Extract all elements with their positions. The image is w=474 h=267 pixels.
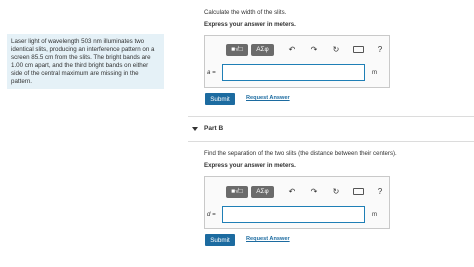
templates-button[interactable]: ■√□ bbox=[226, 43, 248, 56]
problem-text: Laser light of wavelength 503 nm illumin… bbox=[11, 38, 155, 86]
keyboard-icon[interactable] bbox=[351, 44, 365, 56]
part-a-submit-button[interactable]: Submit bbox=[205, 93, 235, 105]
problem-statement: Laser light of wavelength 503 nm illumin… bbox=[7, 34, 164, 89]
part-b-request-answer-link[interactable]: Request Answer bbox=[246, 236, 290, 242]
part-b-variable-label: d = bbox=[207, 211, 216, 218]
redo-icon[interactable]: ↷ bbox=[307, 186, 321, 198]
part-a-toolbar: ■√□ ΑΣφ ↶ ↷ ↻ ? bbox=[226, 41, 387, 58]
part-b-question: Find the separation of the two slits (th… bbox=[204, 150, 397, 157]
part-b-unit: m bbox=[372, 211, 378, 218]
part-b-submit-button[interactable]: Submit bbox=[205, 234, 235, 246]
redo-icon[interactable]: ↷ bbox=[307, 44, 321, 56]
part-b-instruction: Express your answer in meters. bbox=[204, 162, 296, 169]
part-a-variable-label: a = bbox=[207, 69, 216, 76]
part-a-question: Calculate the width of the slits. bbox=[204, 9, 287, 16]
keyboard-icon[interactable] bbox=[351, 186, 365, 198]
part-a-instruction: Express your answer in meters. bbox=[204, 21, 296, 28]
part-a-answer-input[interactable] bbox=[222, 64, 365, 81]
help-icon[interactable]: ? bbox=[373, 186, 387, 198]
section-divider bbox=[188, 116, 474, 117]
undo-icon[interactable]: ↶ bbox=[285, 44, 299, 56]
reset-icon[interactable]: ↻ bbox=[329, 186, 343, 198]
part-a-unit: m bbox=[372, 69, 378, 76]
symbols-button[interactable]: ΑΣφ bbox=[251, 43, 274, 56]
reset-icon[interactable]: ↻ bbox=[329, 44, 343, 56]
collapse-caret-icon[interactable] bbox=[192, 127, 198, 131]
part-b-title[interactable]: Part B bbox=[204, 125, 223, 132]
symbols-button[interactable]: ΑΣφ bbox=[251, 185, 274, 198]
help-icon[interactable]: ? bbox=[373, 44, 387, 56]
part-b-answer-input[interactable] bbox=[222, 206, 365, 223]
section-divider bbox=[188, 141, 474, 142]
part-b-toolbar: ■√□ ΑΣφ ↶ ↷ ↻ ? bbox=[226, 183, 387, 200]
undo-icon[interactable]: ↶ bbox=[285, 186, 299, 198]
templates-button[interactable]: ■√□ bbox=[226, 185, 248, 198]
part-a-request-answer-link[interactable]: Request Answer bbox=[246, 95, 290, 101]
